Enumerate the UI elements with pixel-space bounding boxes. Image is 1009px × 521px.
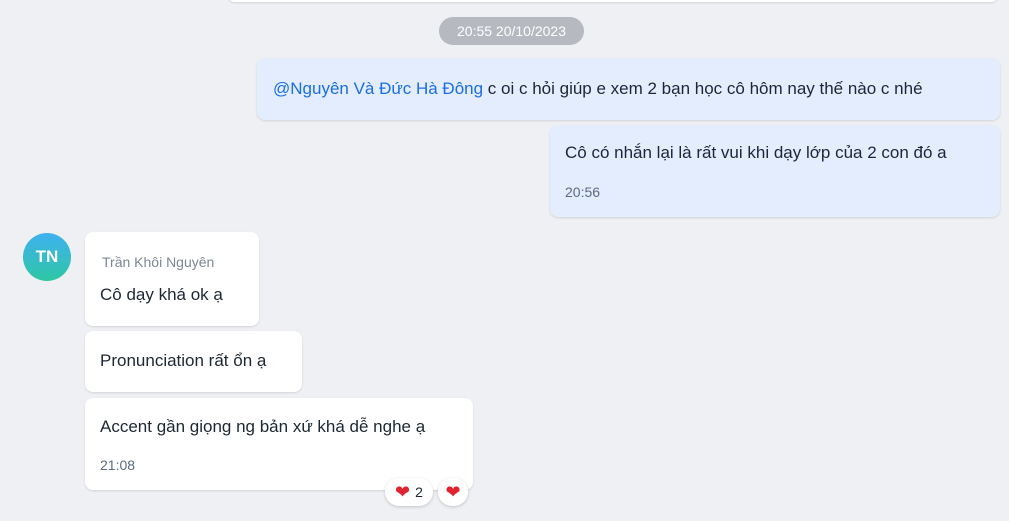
message-time: 21:08 (100, 457, 136, 473)
message-bubble-outgoing[interactable]: @Nguyên Và Đức Hà Đông c oi c hỏi giúp e… (257, 58, 1000, 120)
message-text: Accent gần giọng ng bản xứ khá dễ nghe ạ (100, 417, 426, 436)
mention-link[interactable]: @Nguyên Và Đức Hà Đông (273, 79, 483, 98)
heart-icon: ❤ (445, 482, 461, 502)
date-divider: 20:55 20/10/2023 (439, 17, 584, 45)
message-bubble-incoming[interactable]: Pronunciation rất ổn ạ (85, 331, 302, 392)
message-text: c oi c hỏi giúp e xem 2 bạn học cô hôm n… (483, 79, 923, 98)
reaction-count: 2 (415, 484, 423, 500)
message-bubble-incoming[interactable]: Accent gần giọng ng bản xứ khá dễ nghe ạ… (85, 398, 473, 490)
previous-message-bubble[interactable] (228, 0, 998, 2)
message-text: Cô có nhắn lại là rất vui khi dạy lớp củ… (565, 143, 947, 162)
reaction-summary[interactable]: ❤ 2 (385, 478, 433, 506)
react-button[interactable]: ❤ (438, 478, 468, 506)
message-text: Cô dạy khá ok ạ (100, 285, 223, 304)
message-text: Pronunciation rất ổn ạ (100, 351, 267, 370)
heart-icon: ❤ (395, 482, 411, 502)
message-bubble-incoming[interactable]: Trần Khôi Nguyên Cô dạy khá ok ạ (85, 232, 259, 326)
chat-message-list[interactable]: 20:55 20/10/2023 @Nguyên Và Đức Hà Đông … (0, 0, 1009, 521)
message-time: 20:56 (565, 184, 601, 200)
sender-name: Trần Khôi Nguyên (102, 254, 215, 270)
message-bubble-outgoing[interactable]: Cô có nhắn lại là rất vui khi dạy lớp củ… (550, 125, 1000, 217)
avatar[interactable]: TN (23, 233, 71, 281)
